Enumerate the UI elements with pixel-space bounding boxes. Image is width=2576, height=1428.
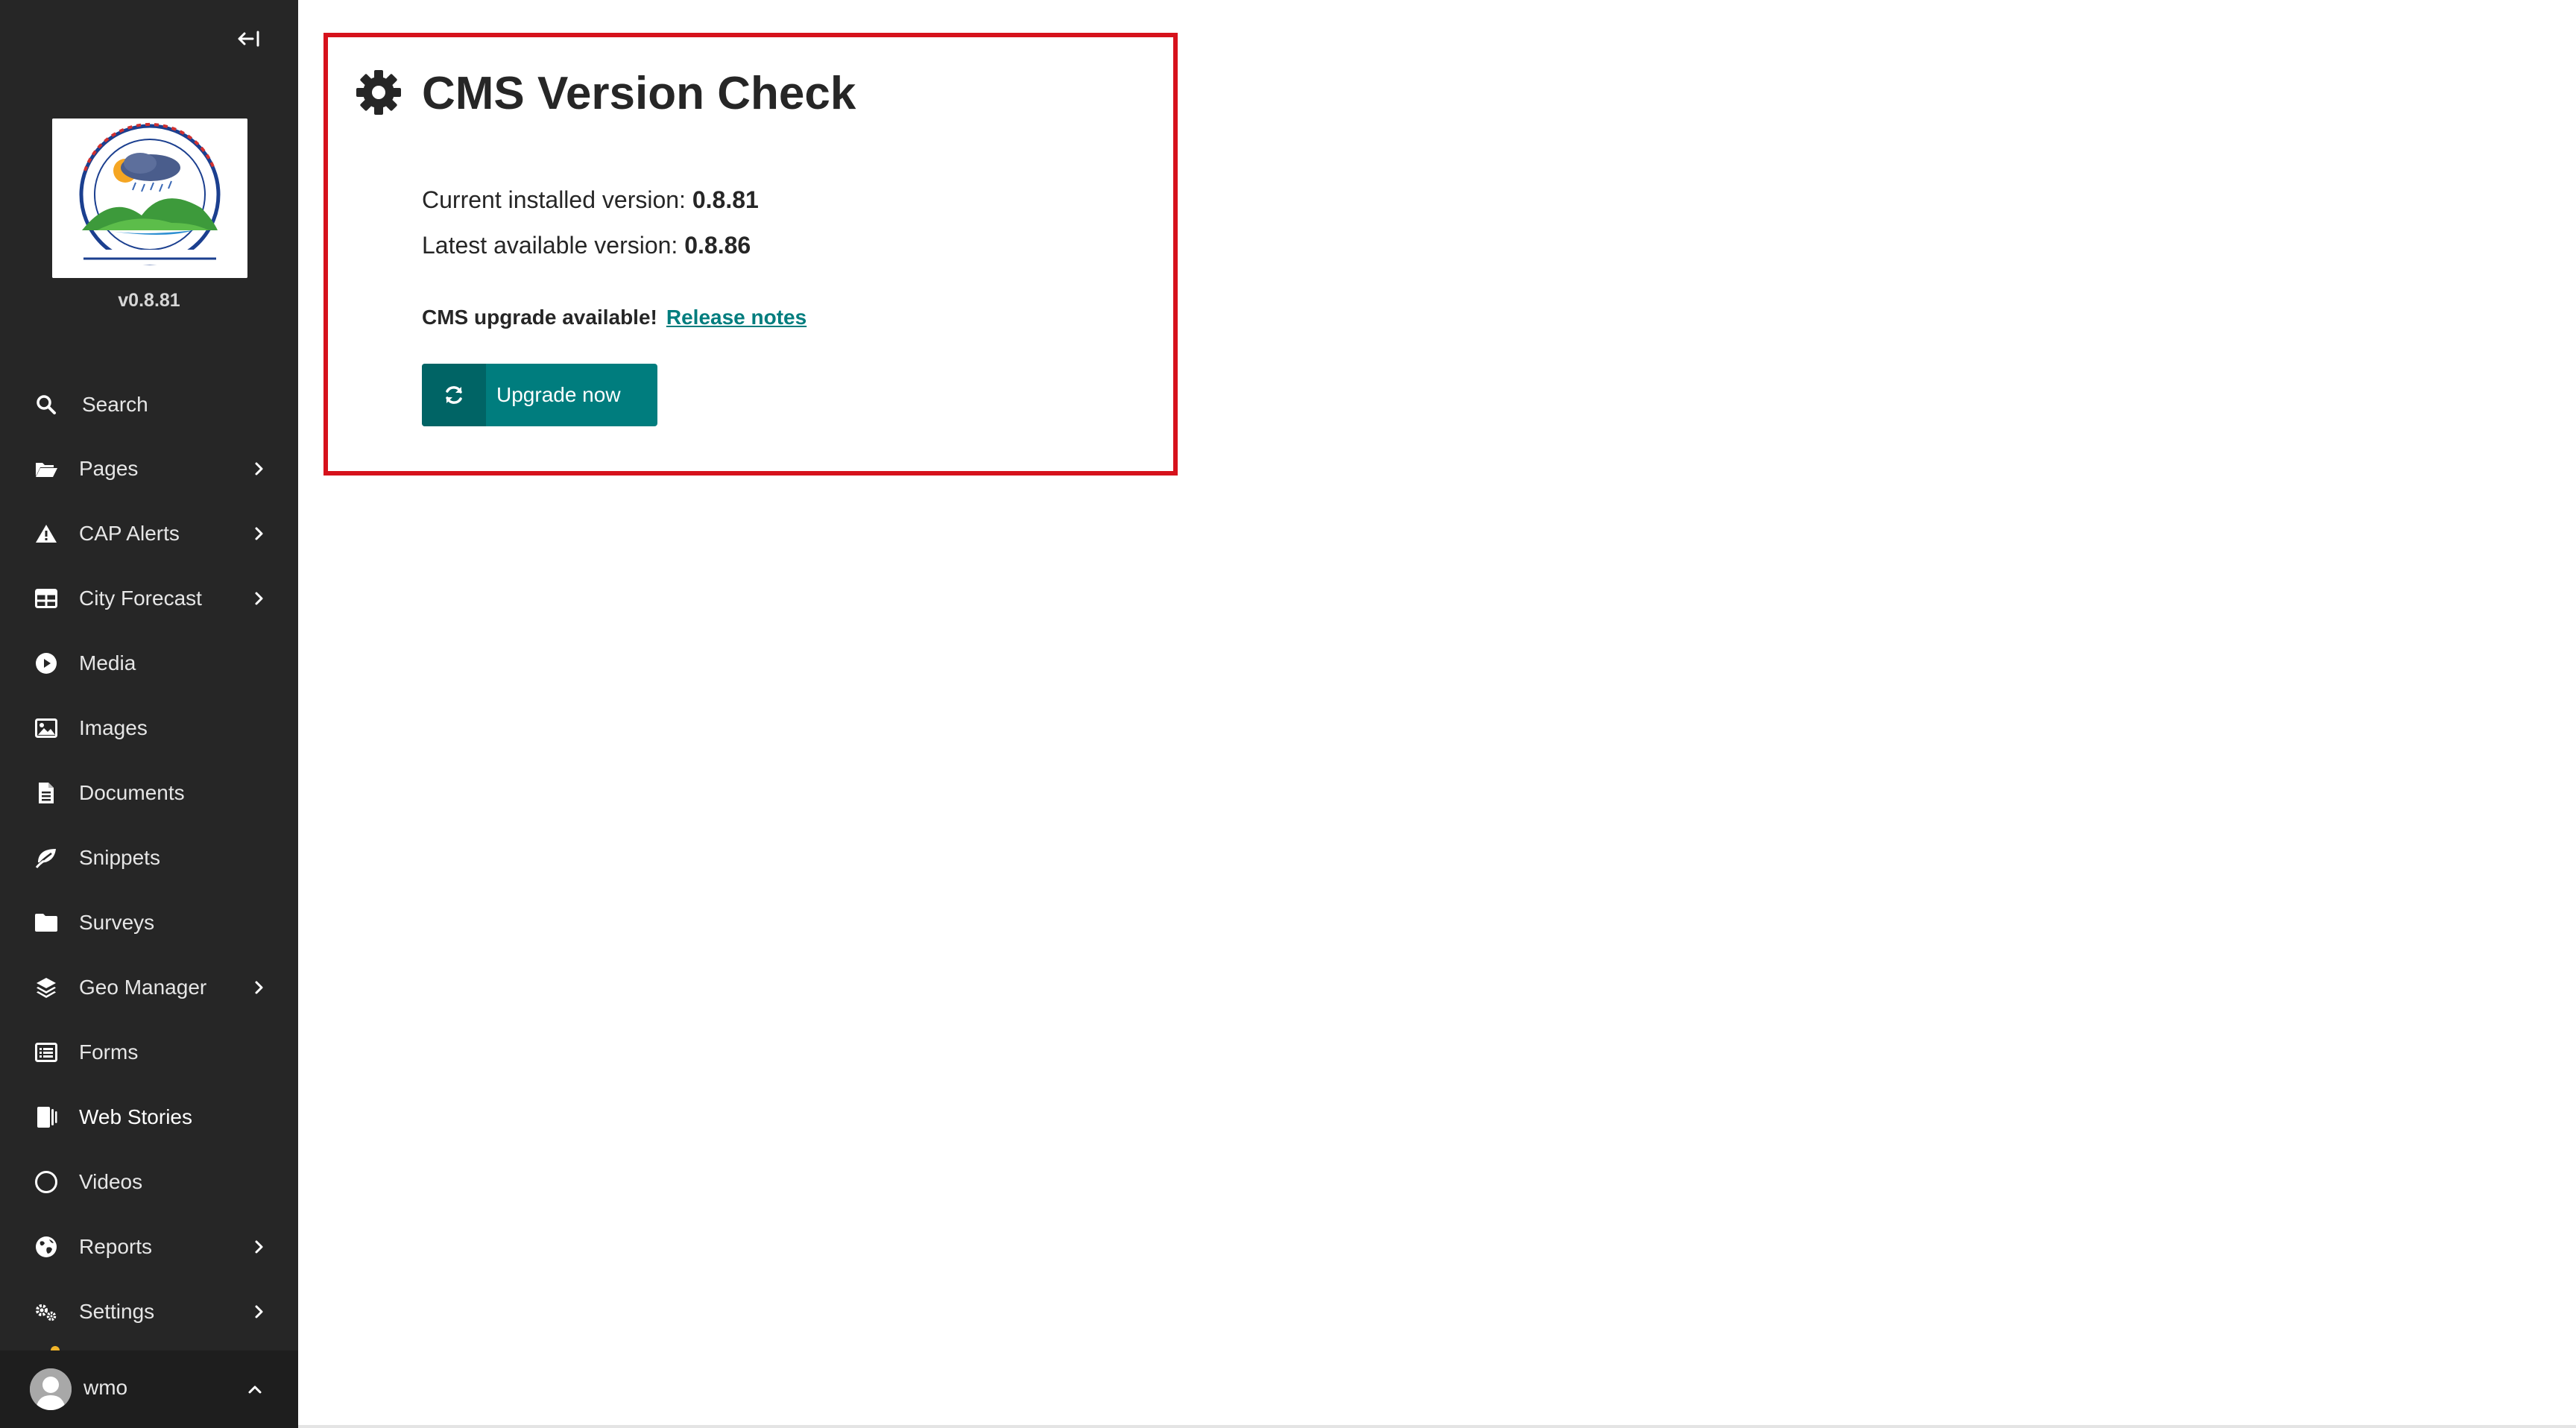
layers-icon <box>33 974 60 1001</box>
collapse-arrow-icon <box>238 31 259 47</box>
chevron-right-icon <box>250 460 268 478</box>
sidebar-item-images[interactable]: Images <box>0 701 298 756</box>
chevron-right-icon <box>250 1303 268 1321</box>
sidebar-item-pages[interactable]: Pages <box>0 441 298 496</box>
account-menu[interactable]: wmo <box>0 1350 298 1428</box>
sidebar-item-reports[interactable]: Reports <box>0 1219 298 1274</box>
sidebar-item-label: City Forecast <box>79 587 202 610</box>
web-stories-icon <box>33 1104 60 1131</box>
current-version-value: 0.8.81 <box>692 186 759 213</box>
sidebar-item-documents[interactable]: Documents <box>0 765 298 821</box>
page-bottom-divider <box>298 1425 2576 1428</box>
version-check-panel: CMS Version Check Current installed vers… <box>323 33 1178 476</box>
sidebar-item-forms[interactable]: Forms <box>0 1025 298 1080</box>
sidebar-item-label: Web Stories <box>79 1105 192 1128</box>
chevron-right-icon <box>250 979 268 996</box>
sidebar-item-label: Forms <box>79 1040 139 1064</box>
site-logo[interactable] <box>52 119 247 278</box>
upgrade-available-text: CMS upgrade available! <box>422 306 657 329</box>
sidebar-item-search[interactable]: Search <box>0 377 298 432</box>
gear-icon <box>355 69 402 116</box>
sidebar-item-videos[interactable]: Videos <box>0 1154 298 1210</box>
chevron-up-icon <box>248 1386 262 1394</box>
sidebar-item-label: Snippets <box>79 846 160 869</box>
latest-version-value: 0.8.86 <box>684 232 751 259</box>
upgrade-now-label: Upgrade now <box>496 383 621 406</box>
release-notes-link[interactable]: Release notes <box>666 306 806 329</box>
folder-icon <box>33 909 60 936</box>
sidebar-item-web-stories[interactable]: Web Stories <box>0 1090 298 1145</box>
image-icon <box>33 715 60 742</box>
sidebar-item-snippets[interactable]: Snippets <box>0 830 298 885</box>
cms-version-label: v0.8.81 <box>118 290 180 311</box>
avatar <box>30 1368 72 1410</box>
sidebar-item-label: Settings <box>79 1300 155 1323</box>
sidebar-item-label: Search <box>82 393 148 416</box>
sidebar-item-label: Media <box>79 651 136 674</box>
globe-icon <box>33 1233 60 1260</box>
play-icon <box>33 650 60 677</box>
sidebar-item-label: Documents <box>79 781 185 804</box>
cogs-icon <box>33 1298 60 1325</box>
sidebar: v0.8.81 Search Pages CAP Alerts City For… <box>0 0 298 1428</box>
sidebar-item-city-forecast[interactable]: City Forecast <box>0 571 298 626</box>
upgrade-available-message: CMS upgrade available! Release notes <box>422 306 806 329</box>
sidebar-item-geo-manager[interactable]: Geo Manager <box>0 960 298 1015</box>
sidebar-item-surveys[interactable]: Surveys <box>0 895 298 950</box>
sidebar-item-settings[interactable]: Settings <box>0 1284 298 1339</box>
chevron-right-icon <box>250 590 268 607</box>
page-title: CMS Version Check <box>422 68 856 119</box>
current-version-line: Current installed version: 0.8.81 <box>422 186 759 214</box>
sidebar-item-label: Pages <box>79 457 139 480</box>
sidebar-item-media[interactable]: Media <box>0 636 298 691</box>
sidebar-item-label: Geo Manager <box>79 976 207 999</box>
search-icon <box>33 391 60 418</box>
folder-open-icon <box>33 455 60 482</box>
latest-version-line: Latest available version: 0.8.86 <box>422 232 751 259</box>
ethiopian-meteorology-logo-icon <box>52 119 247 278</box>
chevron-right-icon <box>250 525 268 543</box>
warning-icon <box>33 520 60 547</box>
sidebar-item-label: Reports <box>79 1235 153 1258</box>
latest-version-label: Latest available version: <box>422 232 685 259</box>
collapse-sidebar-button[interactable] <box>236 25 262 52</box>
chevron-right-icon <box>250 1238 268 1256</box>
sidebar-item-label: CAP Alerts <box>79 522 180 545</box>
upgrade-now-button[interactable]: Upgrade now <box>422 364 657 426</box>
refresh-icon <box>422 364 486 426</box>
sidebar-item-label: Surveys <box>79 911 155 934</box>
table-icon <box>33 585 60 612</box>
user-avatar-icon <box>30 1368 72 1410</box>
list-icon <box>33 1039 60 1066</box>
sidebar-item-label: Videos <box>79 1170 143 1193</box>
leaf-icon <box>33 844 60 871</box>
sidebar-item-label: Images <box>79 716 148 739</box>
circle-icon <box>33 1169 60 1195</box>
account-username: wmo <box>83 1376 128 1399</box>
document-icon <box>33 780 60 806</box>
sidebar-item-cap-alerts[interactable]: CAP Alerts <box>0 506 298 561</box>
current-version-label: Current installed version: <box>422 186 692 213</box>
